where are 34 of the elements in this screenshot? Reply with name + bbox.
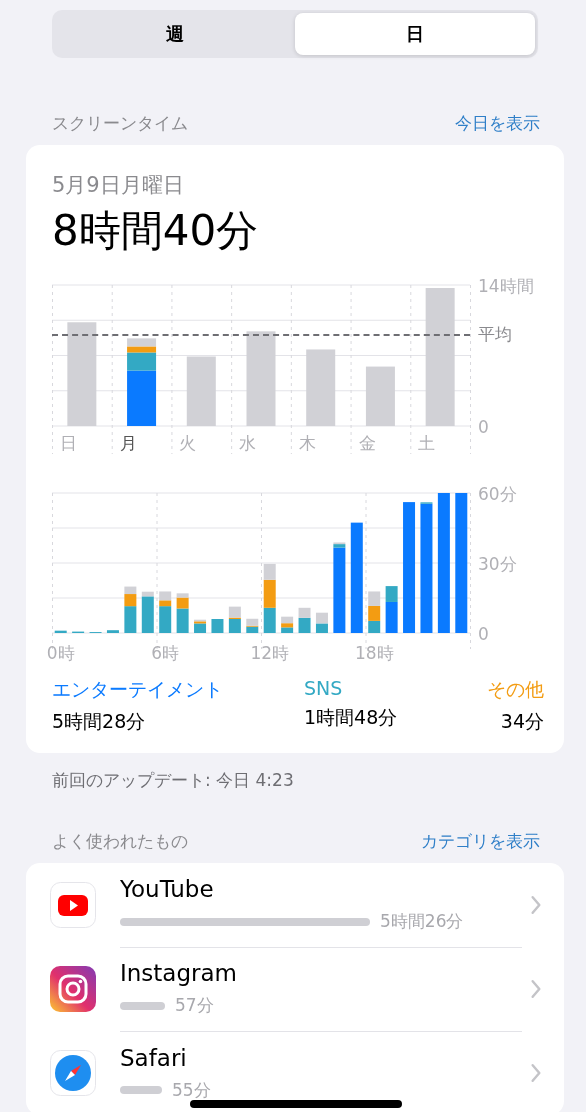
hour-label: 0時 [46,643,75,663]
axis-label: 60分 [478,484,517,504]
app-name: Instagram [120,960,238,986]
last-update-text: 前回のアップデート: 今日 4:23 [52,769,295,792]
hour-label: 18時 [354,643,394,663]
category-time: 34分 [500,709,544,734]
usage-time: 55分 [172,1078,211,1102]
axis-label: 30分 [478,554,517,574]
app-name: YouTube [120,876,215,902]
category-name: エンターテイメント [52,677,224,702]
hour-label: 6時 [151,643,180,663]
usage-time: 57分 [175,994,214,1017]
day-label: 月 [119,433,137,453]
category-name: SNS [304,677,344,699]
axis-label: 14時間 [478,276,534,296]
day-label: 金 [358,433,376,453]
usage-time: 5時間26分 [380,910,464,933]
axis-label: 0 [478,624,489,644]
date-label: 5月9日月曜日 [52,172,185,199]
section-title: よく使われたもの [52,830,188,853]
average-label: 平均 [478,323,512,345]
day-label: 火 [179,433,197,453]
day-label: 木 [298,433,316,453]
app-name: Safari [120,1044,188,1071]
total-time: 8時間40分 [52,205,260,257]
category-time: 1時間48分 [304,705,399,730]
day-label: 日 [60,433,77,453]
section-title: スクリーンタイム [52,112,188,135]
hour-label: 12時 [250,643,290,663]
day-label: 水 [239,433,257,453]
category-time: 5時間28分 [52,709,147,734]
category-name: その他 [487,677,544,702]
axis-label: 0 [478,417,489,437]
day-label: 土 [418,433,436,453]
